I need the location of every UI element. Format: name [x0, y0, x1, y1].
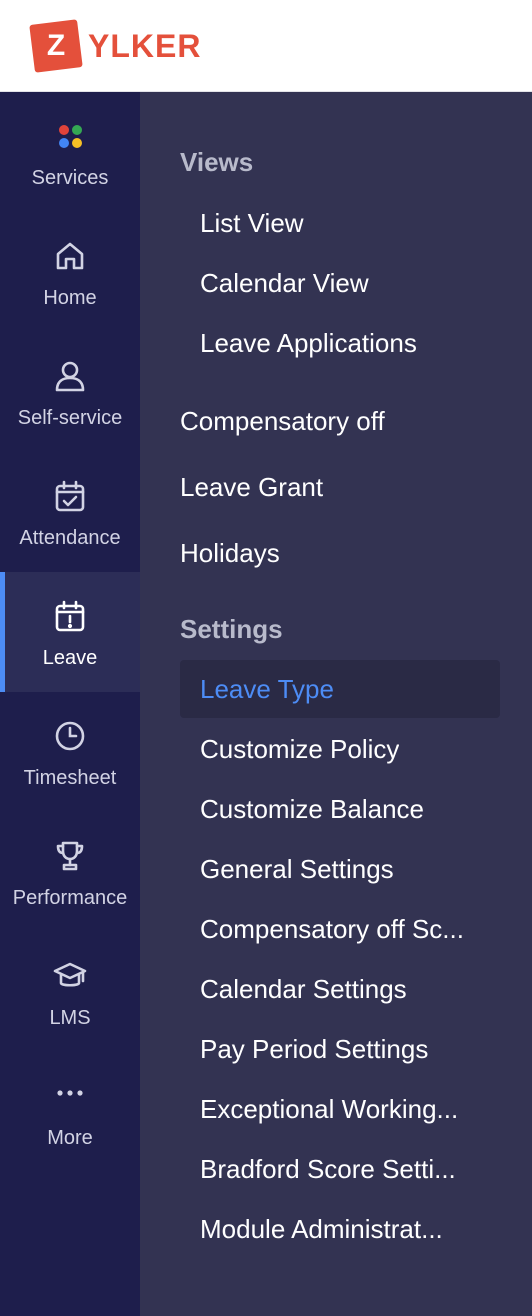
nav-item-holidays[interactable]: Holidays	[180, 537, 280, 569]
nav-item-compensatory-off[interactable]: Compensatory off	[180, 405, 385, 437]
nav-item-label: Leave Type	[200, 674, 334, 704]
nav-item-customize-policy[interactable]: Customize Policy	[180, 720, 500, 778]
nav-item-label: Pay Period Settings	[200, 1034, 429, 1064]
rail-label: Services	[31, 167, 109, 189]
nav-item-compensatory-off-settings[interactable]: Compensatory off Sc...	[180, 900, 500, 958]
nav-item-label: Leave Applications	[200, 328, 417, 358]
rail-label: LMS	[49, 1007, 91, 1029]
rail-label: Performance	[12, 887, 128, 909]
rail-label: More	[47, 1127, 93, 1149]
nav-item-module-administration[interactable]: Module Administrat...	[180, 1200, 500, 1258]
rail-item-timesheet[interactable]: Timesheet	[0, 692, 140, 812]
nav-item-label: Customize Policy	[200, 734, 400, 764]
leave-submenu-panel: Views List View Calendar View Leave Appl…	[140, 92, 532, 1316]
nav-item-label: Exceptional Working...	[200, 1094, 459, 1124]
rail-label: Timesheet	[23, 767, 117, 789]
active-indicator	[0, 572, 5, 692]
rail-item-attendance[interactable]: Attendance	[0, 452, 140, 572]
nav-item-label: Compensatory off Sc...	[200, 914, 464, 944]
zylker-logo[interactable]: Z YLKER	[29, 19, 222, 76]
person-icon	[52, 358, 88, 394]
app-header: Z YLKER	[0, 0, 532, 92]
rail-label: Home	[43, 287, 97, 309]
rail-item-services[interactable]: Services	[0, 92, 140, 212]
nav-item-exceptional-working[interactable]: Exceptional Working...	[180, 1080, 500, 1138]
rail-item-leave[interactable]: Leave	[0, 572, 140, 692]
nav-item-label: Bradford Score Setti...	[200, 1154, 456, 1184]
rail-label: Self-service	[17, 407, 123, 429]
rail-item-more[interactable]: More	[0, 1052, 140, 1172]
clock-icon	[52, 718, 88, 754]
settings-section-title: Settings	[180, 614, 283, 644]
left-rail: Services Home Self-service Attendance Le…	[0, 92, 140, 1316]
logo-wordmark: YLKER	[88, 28, 202, 64]
logo-letter: Z	[46, 29, 66, 62]
nav-item-leave-type[interactable]: Leave Type	[180, 660, 500, 718]
calendar-check-icon	[52, 478, 88, 514]
rail-label: Attendance	[19, 527, 121, 549]
nav-item-label: Module Administrat...	[200, 1214, 443, 1244]
rail-item-lms[interactable]: LMS	[0, 932, 140, 1052]
calendar-alert-icon	[52, 598, 88, 634]
views-section-title: Views	[180, 147, 254, 177]
graduation-cap-icon	[52, 958, 88, 994]
rail-item-home[interactable]: Home	[0, 212, 140, 332]
trophy-icon	[52, 838, 88, 874]
rail-label: Leave	[42, 647, 98, 669]
nav-item-general-settings[interactable]: General Settings	[180, 840, 500, 898]
nav-item-label: Customize Balance	[200, 794, 424, 824]
more-dots-icon	[52, 1078, 88, 1114]
nav-item-bradford-score-settings[interactable]: Bradford Score Setti...	[180, 1140, 500, 1198]
nav-item-calendar-settings[interactable]: Calendar Settings	[180, 960, 500, 1018]
nav-item-label: General Settings	[200, 854, 394, 884]
nav-item-customize-balance[interactable]: Customize Balance	[180, 780, 500, 838]
nav-item-leave-grant[interactable]: Leave Grant	[180, 471, 323, 503]
nav-item-label: List View	[200, 208, 304, 238]
nav-item-list-view[interactable]: List View	[180, 194, 500, 252]
rail-item-self-service[interactable]: Self-service	[0, 332, 140, 452]
rail-item-performance[interactable]: Performance	[0, 812, 140, 932]
nav-item-label: Calendar View	[200, 268, 369, 298]
nav-item-leave-applications[interactable]: Leave Applications	[180, 314, 500, 372]
nav-item-calendar-view[interactable]: Calendar View	[180, 254, 500, 312]
nav-item-label: Calendar Settings	[200, 974, 407, 1004]
home-icon	[52, 238, 88, 274]
services-dots-icon	[52, 118, 88, 154]
nav-item-pay-period-settings[interactable]: Pay Period Settings	[180, 1020, 500, 1078]
